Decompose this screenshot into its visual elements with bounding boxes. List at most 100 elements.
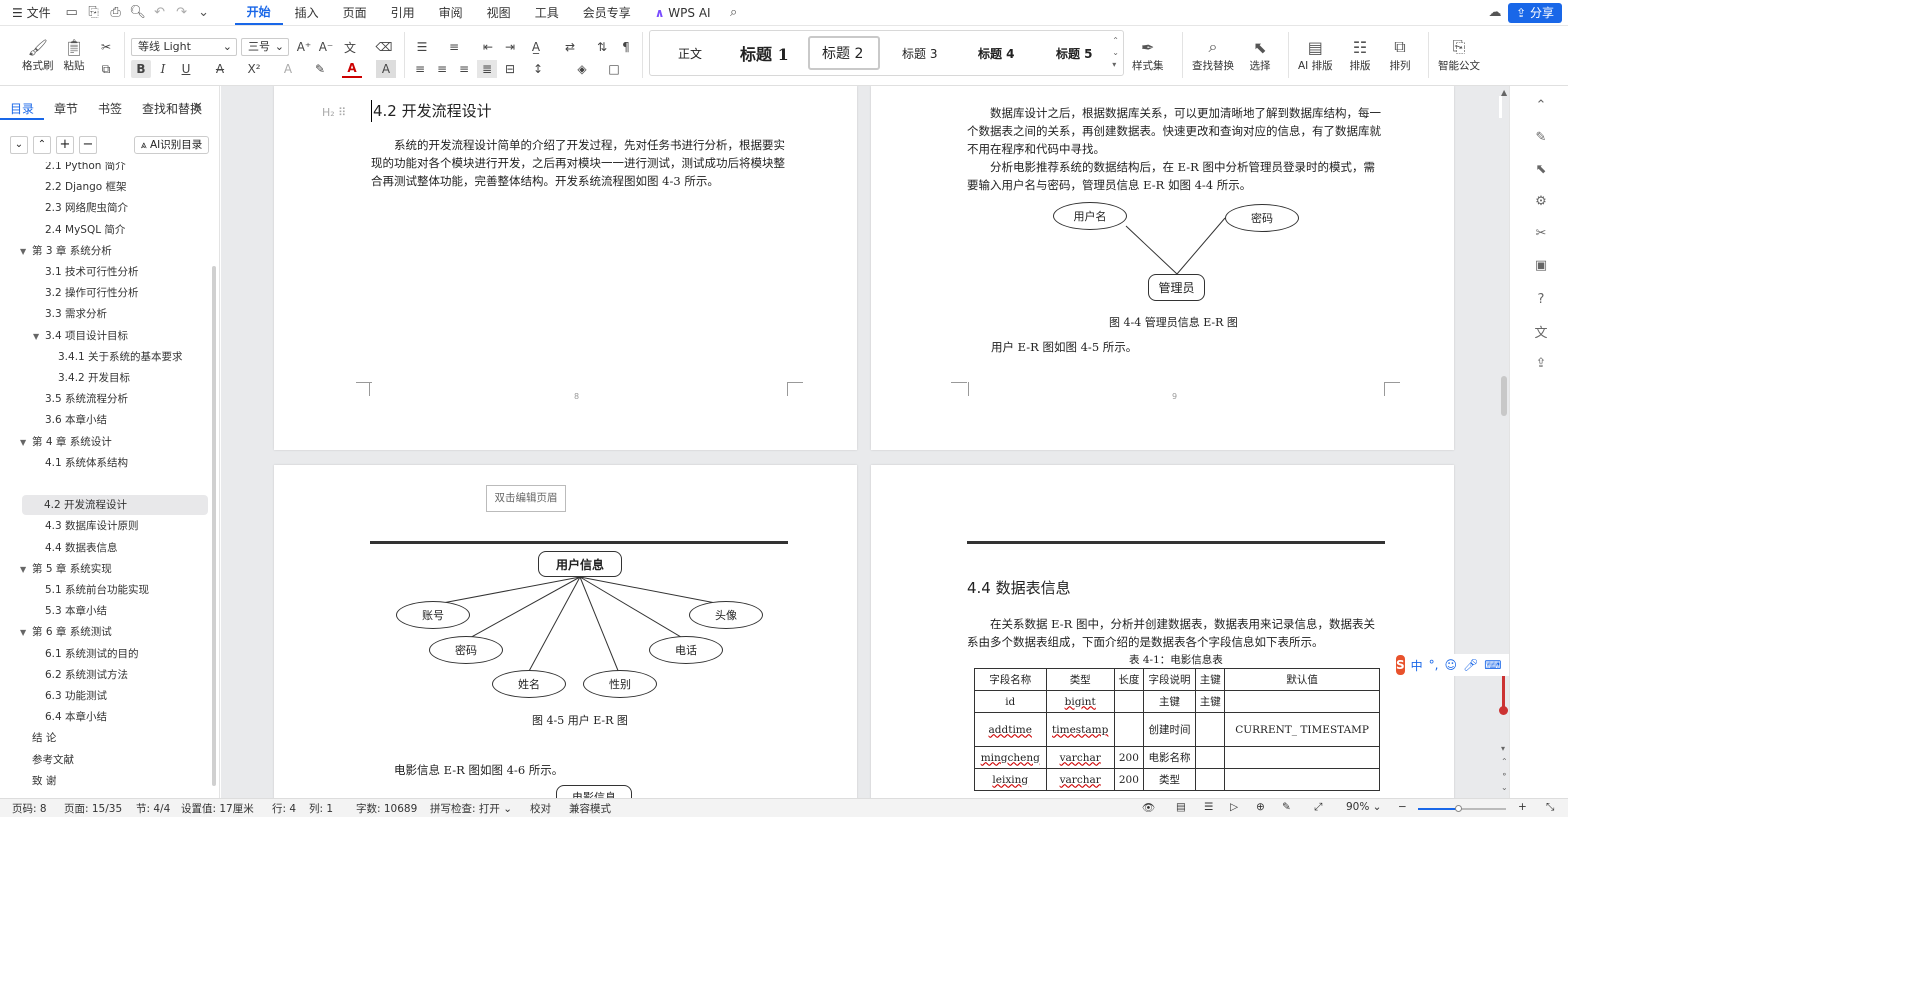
- tab-tools[interactable]: 工具: [523, 0, 571, 26]
- table-cell[interactable]: 200: [1113, 746, 1144, 769]
- char-shading-icon[interactable]: A: [376, 60, 396, 78]
- zoom-out-icon[interactable]: −: [1398, 801, 1407, 813]
- toc-item[interactable]: 3.5 系统流程分析: [45, 389, 128, 409]
- status-spellcheck[interactable]: 拼写检查: 打开 ⌄: [430, 801, 512, 816]
- numbered-list-icon[interactable]: ≡: [444, 38, 464, 56]
- font-color-icon[interactable]: A: [342, 60, 362, 78]
- write-mode-icon[interactable]: ✎: [1282, 801, 1291, 813]
- table-cell[interactable]: [1224, 768, 1380, 791]
- superscript-icon[interactable]: X²: [244, 60, 264, 78]
- text-effect-icon[interactable]: A: [278, 60, 298, 78]
- toc-item[interactable]: 2.2 Django 框架: [45, 177, 127, 197]
- scroll-down-icons[interactable]: ▾ ⌃ ⚬ ⌄: [1501, 742, 1508, 794]
- ai-toc-button[interactable]: ⩓ AI识别目录: [134, 136, 209, 154]
- table-cell[interactable]: CURRENT_ TIMESTAMP: [1224, 712, 1380, 747]
- layout-button[interactable]: ☷ 排版: [1348, 36, 1372, 73]
- table-cell[interactable]: timestamp: [1045, 712, 1115, 747]
- expand-icon[interactable]: ⌃: [33, 136, 51, 154]
- arrange-button[interactable]: ⧉ 排列: [1388, 36, 1412, 73]
- align-left-icon[interactable]: ≡: [410, 60, 430, 78]
- sort-icon[interactable]: ⇅: [592, 38, 612, 56]
- toc-item[interactable]: 3.3 需求分析: [45, 304, 107, 324]
- table-cell[interactable]: [1195, 712, 1226, 747]
- table-cell[interactable]: addtime: [974, 712, 1047, 747]
- toc-item[interactable]: 结 论: [32, 728, 56, 748]
- heading-4-2[interactable]: 4.2 开发流程设计: [371, 100, 492, 122]
- share-button[interactable]: ⇪ 分享: [1508, 3, 1562, 23]
- close-icon[interactable]: ✕: [192, 100, 203, 115]
- eye-protection-icon[interactable]: 👁︎: [1142, 801, 1155, 814]
- underline-icon[interactable]: U: [176, 60, 196, 78]
- table-cell[interactable]: bigint: [1045, 690, 1115, 713]
- toc-item[interactable]: 3.2 操作可行性分析: [45, 283, 139, 303]
- sidebar-toggle-icon[interactable]: ⌃: [1532, 96, 1550, 114]
- table-header-cell[interactable]: 长度: [1113, 668, 1144, 691]
- table-cell[interactable]: 类型: [1142, 768, 1197, 791]
- toc-item[interactable]: 3.1 技术可行性分析: [45, 262, 139, 282]
- toc-item[interactable]: 参考文献: [32, 750, 74, 770]
- shrink-font-icon[interactable]: A⁻: [316, 38, 336, 56]
- toc-item[interactable]: 4.2 开发流程设计: [22, 495, 208, 516]
- status-setting[interactable]: 设置值: 17厘米: [181, 801, 254, 816]
- zoom-in-icon[interactable]: +: [1518, 801, 1527, 813]
- save-icon[interactable]: ▭: [61, 2, 83, 24]
- page9-paragraph-3[interactable]: 用户 E-R 图如图 4-5 所示。: [991, 338, 1137, 356]
- increase-indent-icon[interactable]: ⇥: [500, 38, 520, 56]
- table-header-cell[interactable]: 主键: [1195, 668, 1226, 691]
- toc-item[interactable]: 第 6 章 系统测试: [32, 622, 112, 642]
- table-cell[interactable]: varchar: [1045, 746, 1115, 769]
- page8-paragraph[interactable]: 系统的开发流程设计简单的介绍了开发过程，先对任务书进行分析，根据要实现的功能对各…: [371, 136, 789, 190]
- pen-icon[interactable]: ✎: [1532, 128, 1550, 146]
- expand-caret-icon[interactable]: ▼: [20, 565, 26, 574]
- table-cell[interactable]: [1224, 690, 1380, 713]
- paste-button[interactable]: 📋︎ 粘贴: [62, 36, 86, 73]
- table-cell[interactable]: [1113, 712, 1144, 747]
- add-heading-icon[interactable]: +: [56, 136, 74, 154]
- heading-4-4[interactable]: 4.4 数据表信息: [967, 577, 1071, 599]
- style-normal[interactable]: 正文: [678, 45, 702, 62]
- tools-icon[interactable]: ✂: [1532, 224, 1550, 242]
- fit-page-icon[interactable]: ⤢: [1314, 801, 1322, 814]
- select-cursor-icon[interactable]: ⬉: [1532, 160, 1550, 178]
- status-words[interactable]: 字数: 10689: [356, 801, 417, 816]
- toc-item[interactable]: 4.4 数据表信息: [45, 538, 118, 558]
- toc-item[interactable]: 3.4 项目设计目标: [45, 326, 128, 346]
- table-cell[interactable]: [1224, 746, 1380, 769]
- table-cell[interactable]: leixing: [974, 768, 1047, 791]
- toc-item[interactable]: 第 3 章 系统分析: [32, 241, 112, 261]
- justify-icon[interactable]: ≣: [477, 60, 497, 78]
- undo-icon[interactable]: ↶: [149, 2, 171, 24]
- table-cell[interactable]: mingcheng: [974, 746, 1047, 769]
- style-heading-3[interactable]: 标题 3: [902, 45, 937, 62]
- italic-icon[interactable]: I: [153, 60, 173, 78]
- style-heading-4[interactable]: 标题 4: [978, 45, 1015, 62]
- toc-item[interactable]: 2.3 网络爬虫简介: [45, 198, 128, 218]
- border-icon[interactable]: □: [604, 60, 624, 78]
- line-spacing-icon[interactable]: ↕: [528, 60, 548, 78]
- smart-doc-button[interactable]: ⎘ 智能公文: [1438, 36, 1480, 73]
- search-icon[interactable]: ⌕: [723, 2, 745, 24]
- expand-caret-icon[interactable]: ▼: [20, 628, 26, 637]
- status-col[interactable]: 列: 1: [309, 801, 333, 816]
- export-pdf-icon[interactable]: ⎘: [83, 2, 105, 24]
- shading-icon[interactable]: ◈: [572, 60, 592, 78]
- ai-layout-button[interactable]: ▤ AI 排版: [1298, 36, 1333, 73]
- table-header-cell[interactable]: 默认值: [1224, 668, 1380, 691]
- print-preview-icon[interactable]: 🔍︎: [127, 2, 149, 24]
- toc-item[interactable]: 5.1 系统前台功能实现: [45, 580, 149, 600]
- toc-item[interactable]: 5.3 本章小结: [45, 601, 107, 621]
- toc-item[interactable]: 6.2 系统测试方法: [45, 665, 128, 685]
- image-edit-icon[interactable]: ▣: [1532, 256, 1550, 274]
- remove-heading-icon[interactable]: −: [79, 136, 97, 154]
- find-replace-button[interactable]: ⌕ 查找替换: [1192, 36, 1234, 73]
- cloud-sync-icon[interactable]: ☁: [1484, 2, 1506, 24]
- status-proofread[interactable]: 校对: [530, 801, 551, 816]
- style-heading-2[interactable]: 标题 2: [822, 43, 863, 63]
- table-cell[interactable]: 电影名称: [1142, 746, 1197, 769]
- redo-icon[interactable]: ↷: [171, 2, 193, 24]
- table-cell[interactable]: id: [974, 690, 1047, 713]
- strikethrough-icon[interactable]: A: [210, 60, 230, 78]
- table-cell[interactable]: varchar: [1045, 768, 1115, 791]
- toc-item[interactable]: 4.3 数据库设计原则: [45, 516, 139, 536]
- clear-format-icon[interactable]: ⌫: [374, 38, 394, 56]
